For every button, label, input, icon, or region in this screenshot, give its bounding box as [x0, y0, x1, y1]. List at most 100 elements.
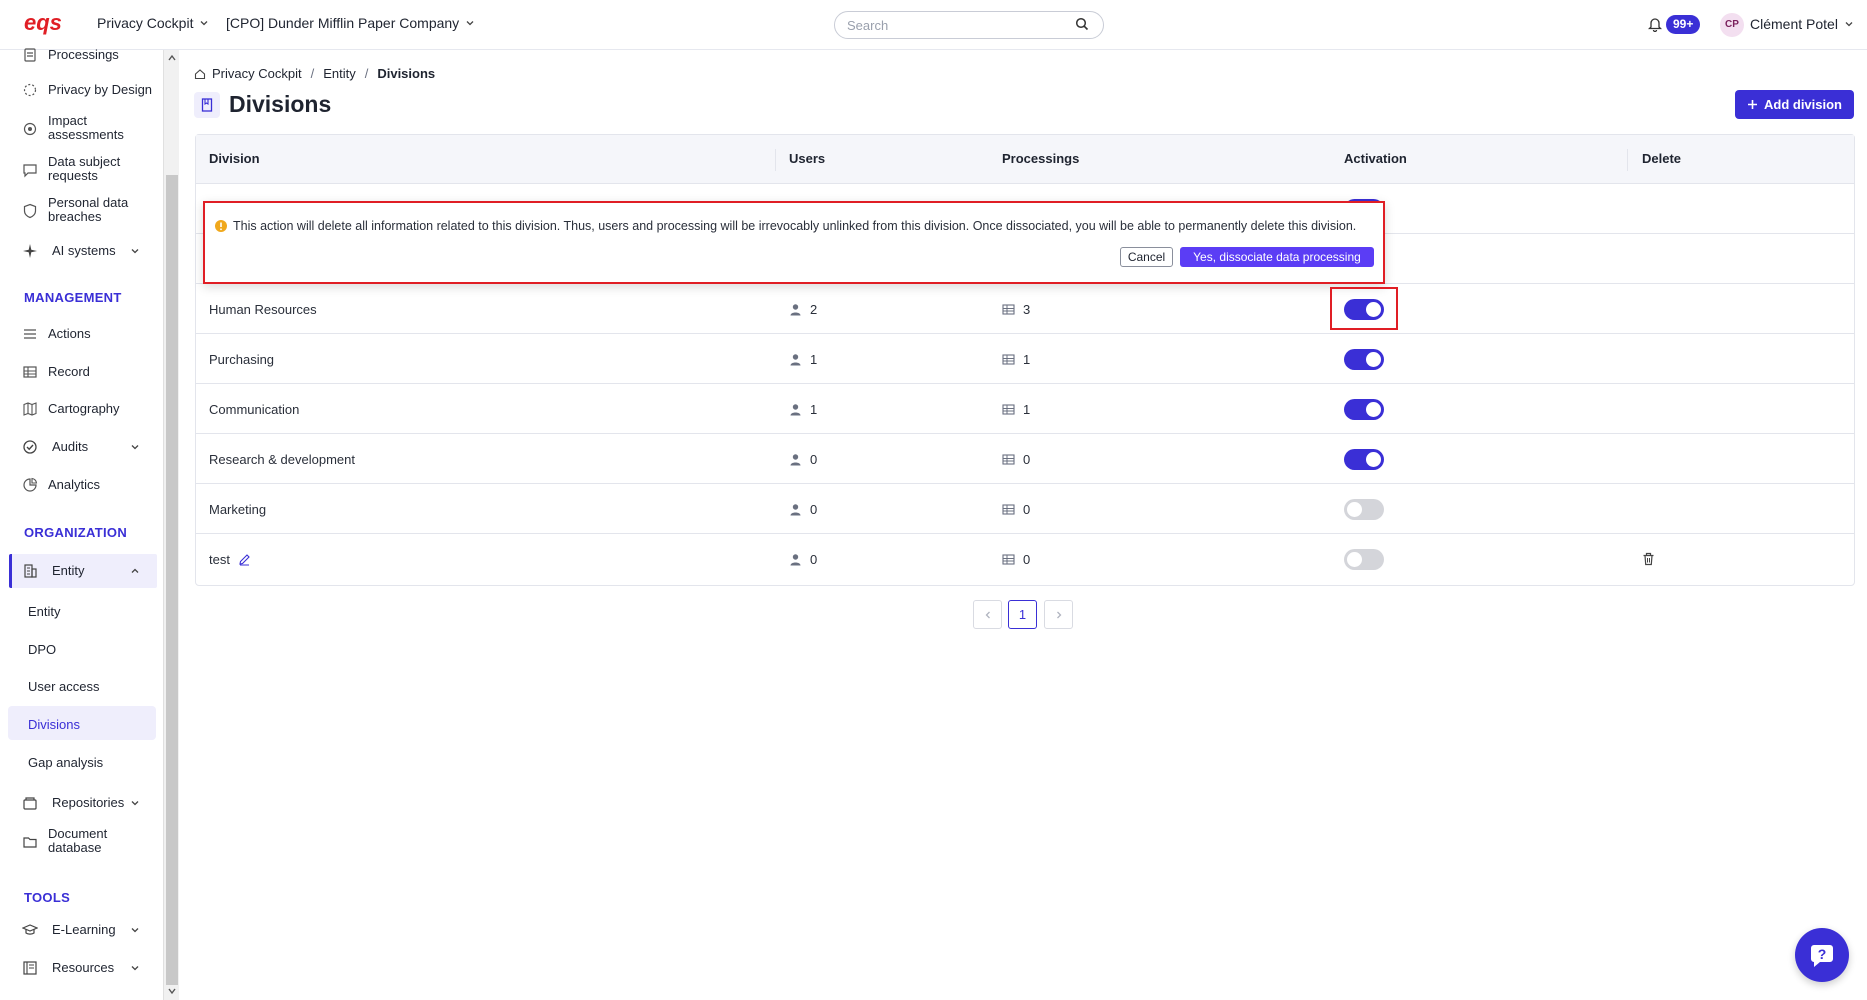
page-icon [194, 92, 220, 118]
next-page-button[interactable] [1044, 600, 1073, 629]
trash-icon[interactable] [1642, 552, 1655, 566]
sidebar-subitem-entity[interactable]: Entity [28, 604, 61, 619]
sidebar-item-repositories[interactable]: Repositories [0, 792, 160, 814]
sidebar-item-ai-systems[interactable]: AI systems [0, 240, 160, 262]
activation-toggle[interactable] [1344, 399, 1384, 420]
sidebar-item-processings[interactable]: Processings [0, 44, 160, 66]
chevron-down-icon[interactable] [130, 798, 140, 808]
home-icon[interactable] [194, 68, 206, 80]
sidebar-item-e-learning[interactable]: E-Learning [0, 919, 160, 941]
column-divider [775, 149, 776, 171]
breadcrumb-separator: / [310, 66, 315, 81]
sidebar-subitem-dpo[interactable]: DPO [28, 642, 56, 657]
chart-icon [23, 477, 38, 492]
sidebar-subitem-divisions[interactable]: Divisions [28, 717, 80, 732]
processing-icon [24, 48, 36, 62]
activation-toggle[interactable] [1344, 499, 1384, 520]
processings-count: 3 [1023, 302, 1031, 317]
table-row[interactable]: Marketing 0 0 [196, 484, 1854, 534]
dissociate-confirm-popup: This action will delete all information … [203, 201, 1385, 284]
column-header-users: Users [789, 151, 826, 166]
shield-icon [23, 203, 37, 219]
page-button[interactable]: 1 [1008, 600, 1037, 629]
confirm-dissociate-button[interactable]: Yes, dissociate data processing [1180, 247, 1374, 267]
breadcrumb-entity[interactable]: Entity [323, 66, 356, 81]
column-header-division: Division [209, 151, 260, 166]
scroll-up-icon[interactable] [167, 53, 177, 63]
users-count: 2 [810, 302, 818, 317]
activation-toggle[interactable] [1344, 449, 1384, 470]
check-circle-icon [23, 440, 37, 454]
edit-pencil-icon[interactable] [238, 553, 251, 566]
cancel-button[interactable]: Cancel [1120, 247, 1173, 267]
table-icon [23, 366, 37, 378]
sidebar-item-data-subject-requests[interactable]: Data subject requests [0, 155, 160, 185]
table-row[interactable]: test 0 0 [196, 534, 1854, 584]
table-row[interactable]: Communication 1 1 [196, 384, 1854, 434]
table-row[interactable]: Purchasing 1 1 [196, 334, 1854, 384]
sidebar-item-entity[interactable]: Entity [0, 560, 160, 582]
table-icon [1002, 354, 1015, 365]
sidebar-item-label: Resources [52, 960, 115, 975]
company-menu[interactable]: [CPO] Dunder Mifflin Paper Company [226, 15, 475, 31]
table-row[interactable]: Human Resources 2 3 [196, 284, 1854, 334]
sidebar-item-actions[interactable]: Actions [0, 323, 160, 345]
avatar[interactable]: CP [1720, 13, 1744, 37]
users-cell: 0 [789, 452, 817, 467]
sidebar-item-impact-assessments[interactable]: Impact assessments [0, 114, 160, 144]
chevron-down-icon[interactable] [130, 442, 140, 452]
eqs-logo[interactable]: eqs [24, 10, 66, 38]
search-icon[interactable] [1075, 17, 1089, 31]
chevron-up-icon[interactable] [130, 566, 140, 576]
list-icon [24, 329, 36, 339]
sidebar-item-record[interactable]: Record [0, 361, 160, 383]
division-name: Communication [209, 402, 300, 417]
sidebar-item-resources[interactable]: Resources [0, 957, 160, 979]
user-menu[interactable]: Clément Potel [1750, 16, 1854, 32]
sidebar-item-audits[interactable]: Audits [0, 436, 160, 458]
chevron-down-icon[interactable] [130, 963, 140, 973]
processings-count: 1 [1023, 402, 1031, 417]
help-chat-icon: ? [1811, 945, 1833, 967]
prev-page-button[interactable] [973, 600, 1002, 629]
chevron-down-icon[interactable] [130, 925, 140, 935]
scrollbar-thumb[interactable] [166, 175, 178, 985]
map-icon [23, 402, 37, 416]
app-menu[interactable]: Privacy Cockpit [97, 15, 209, 31]
svg-text:?: ? [1818, 946, 1827, 962]
processings-count: 1 [1023, 352, 1031, 367]
sidebar-item-label: Audits [52, 439, 89, 454]
user-icon [790, 504, 801, 516]
sidebar-subitem-gap-analysis[interactable]: Gap analysis [28, 755, 103, 770]
table-icon [1002, 454, 1015, 465]
sidebar: Processings Privacy by Design Impact ass… [0, 48, 163, 1000]
notification-badge[interactable]: 99+ [1666, 15, 1701, 34]
sidebar-item-document-database[interactable]: Document database [0, 827, 160, 857]
table-row[interactable]: Research & development 0 0 [196, 434, 1854, 484]
breadcrumb-home[interactable]: Privacy Cockpit [212, 66, 302, 81]
add-division-button[interactable]: Add division [1735, 90, 1854, 119]
scroll-down-icon[interactable] [167, 986, 177, 996]
sidebar-subitem-user-access[interactable]: User access [28, 679, 100, 694]
sidebar-item-personal-data-breaches[interactable]: Personal data breaches [0, 196, 160, 226]
division-name-cell: test [209, 552, 251, 567]
search-input[interactable] [834, 11, 1104, 39]
chevron-left-icon [985, 611, 990, 618]
bell-icon[interactable] [1648, 16, 1662, 32]
activation-toggle[interactable] [1344, 349, 1384, 370]
sidebar-scrollbar[interactable] [163, 50, 179, 1000]
breadcrumb-current: Divisions [377, 66, 436, 81]
activation-toggle[interactable] [1344, 549, 1384, 570]
chevron-down-icon[interactable] [130, 246, 140, 256]
requests-icon [23, 164, 37, 178]
bookmark-icon [201, 98, 213, 112]
toggle-knob [1366, 352, 1381, 367]
company-menu-label: [CPO] Dunder Mifflin Paper Company [226, 15, 460, 31]
help-button[interactable]: ? [1795, 928, 1849, 982]
users-count: 0 [810, 502, 818, 517]
sidebar-item-analytics[interactable]: Analytics [0, 474, 160, 496]
sidebar-item-cartography[interactable]: Cartography [0, 398, 160, 420]
sidebar-item-privacy-by-design[interactable]: Privacy by Design [0, 79, 160, 101]
sidebar-item-label: Entity [52, 563, 85, 578]
users-count: 1 [810, 352, 818, 367]
